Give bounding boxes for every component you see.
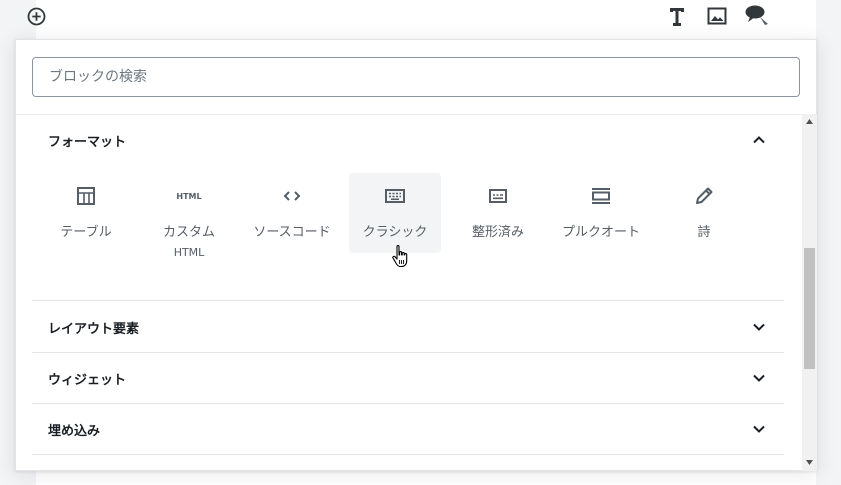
panel-title: フォーマット xyxy=(48,134,127,150)
block-inserter-popover: フォーマット テーブル HTML カスタム HTML xyxy=(15,39,817,471)
pencil-icon xyxy=(696,187,713,204)
panel-layout: レイアウト要素 xyxy=(32,302,784,353)
keyboard-icon xyxy=(385,189,405,203)
block-label: 詩 xyxy=(697,225,711,240)
chevron-up-icon xyxy=(753,136,765,144)
panel-widgets: ウィジェット xyxy=(32,353,784,404)
html-icon: HTML xyxy=(176,192,201,201)
chevron-down-icon xyxy=(753,425,765,433)
block-item-custom-html[interactable]: HTML カスタム HTML xyxy=(143,173,235,259)
panel-title: 埋め込み xyxy=(48,423,101,439)
block-grid: テーブル HTML カスタム HTML ソースコード クラシック 整形済み プル… xyxy=(40,173,776,293)
block-label: カスタム HTML xyxy=(143,223,235,263)
scroll-up-arrow-icon[interactable] xyxy=(806,119,813,124)
editor-toolbar xyxy=(0,0,841,36)
block-item-verse[interactable]: 詩 xyxy=(658,173,750,253)
panel-toggle-formatting[interactable]: フォーマット xyxy=(32,115,784,165)
panel-embeds: 埋め込み xyxy=(32,404,784,455)
panel-toggle-embeds[interactable]: 埋め込み xyxy=(32,404,784,454)
block-item-preformatted[interactable]: 整形済み xyxy=(452,173,544,253)
block-sublabel: HTML xyxy=(173,246,205,259)
panel-formatting: フォーマット テーブル HTML カスタム HTML ソースコード クラシック … xyxy=(32,115,784,301)
block-label: 整形済み xyxy=(471,225,524,240)
block-label: ソースコード xyxy=(253,225,331,240)
table-icon xyxy=(77,187,95,205)
hand-pointer-cursor-icon xyxy=(392,245,408,268)
block-label-main: カスタム xyxy=(162,225,215,240)
block-label: クラシック xyxy=(362,225,428,240)
chevron-down-icon xyxy=(753,323,765,331)
scroll-down-arrow-icon[interactable] xyxy=(806,460,813,465)
code-icon xyxy=(283,191,301,201)
plus-circle-icon[interactable] xyxy=(26,6,47,27)
block-item-classic[interactable]: クラシック xyxy=(349,173,441,253)
block-results[interactable]: フォーマット テーブル HTML カスタム HTML ソースコード クラシック … xyxy=(16,114,802,471)
heading-text-icon[interactable] xyxy=(667,5,687,27)
chevron-down-icon xyxy=(753,374,765,382)
panel-toggle-widgets[interactable]: ウィジェット xyxy=(32,353,784,403)
block-item-pullquote[interactable]: プルクオート xyxy=(555,173,647,253)
comment-bubble-icon[interactable] xyxy=(744,4,770,28)
editor-sidebar-edge xyxy=(816,0,841,485)
block-item-table[interactable]: テーブル xyxy=(40,173,132,253)
panel-title: レイアウト要素 xyxy=(48,321,140,337)
pullquote-icon xyxy=(592,188,610,204)
html-icon-text: HTML xyxy=(176,192,201,201)
panel-toggle-layout[interactable]: レイアウト要素 xyxy=(32,302,784,352)
panel-title: ウィジェット xyxy=(48,372,127,388)
block-search-input[interactable] xyxy=(32,57,800,97)
block-item-code[interactable]: ソースコード xyxy=(246,173,338,253)
preformatted-icon xyxy=(489,189,507,203)
block-label: テーブル xyxy=(60,225,112,240)
image-icon[interactable] xyxy=(706,5,728,27)
scrollbar-thumb[interactable] xyxy=(804,248,815,369)
results-scrollbar[interactable] xyxy=(802,114,817,471)
block-label: プルクオート xyxy=(561,225,640,240)
